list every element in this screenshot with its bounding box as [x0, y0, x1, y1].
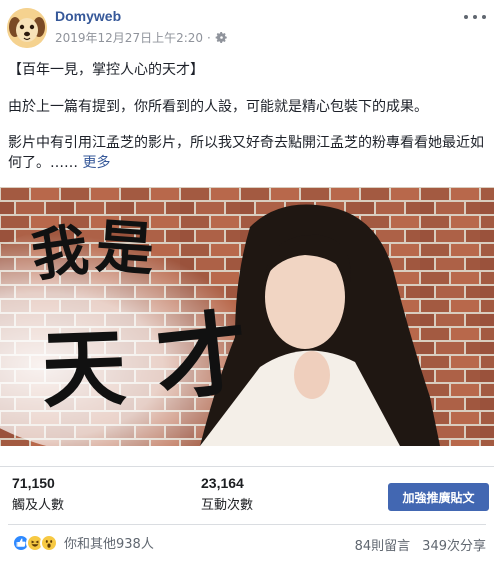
wow-icon	[40, 533, 58, 552]
comments-count-link[interactable]: 84則留言	[355, 535, 411, 554]
divider	[8, 524, 486, 525]
gear-icon[interactable]	[215, 31, 228, 44]
dog-logo-icon	[7, 8, 47, 48]
meta-separator: ·	[207, 30, 211, 45]
caption-char: 天	[40, 317, 128, 420]
see-more-link[interactable]: 更多	[82, 155, 110, 171]
engagement-value: 23,164	[201, 475, 244, 491]
post-meta: 2019年12月27日上午2:20 ·	[55, 29, 228, 46]
post-text: 【百年一見，掌控人心的天才】 由於上一篇有提到，你所看到的人設，可能就是精心包裝…	[8, 60, 488, 189]
post-paragraph-text: 影片中有引用江孟芝的影片，所以我又好奇去點開江孟芝的粉專看看她最近如何了。……	[8, 135, 484, 171]
post-header: Domyweb 2019年12月27日上午2:20 ·	[0, 0, 494, 56]
reaction-summary-text[interactable]: 你和其他938人	[64, 533, 154, 552]
reach-value: 71,150	[12, 475, 55, 491]
more-dot	[482, 15, 486, 19]
engagement-label: 互動次數	[201, 498, 254, 513]
shares-count-link[interactable]: 349次分享	[422, 535, 486, 554]
divider	[0, 466, 494, 467]
post-image[interactable]: 我 是 天 才	[0, 187, 494, 446]
more-dot	[473, 15, 477, 19]
post-paragraph: 由於上一篇有提到，你所看到的人設，可能就是精心包裝下的成果。	[8, 99, 428, 115]
boost-post-button[interactable]: 加強推廣貼文	[388, 483, 489, 511]
reaction-summary[interactable]: 你和其他938人	[12, 533, 154, 552]
more-dot	[464, 15, 468, 19]
caption-char: 是	[93, 212, 157, 284]
caption-char: 我	[27, 216, 93, 290]
reach-label: 觸及人數	[12, 498, 65, 513]
engagement-counts: 84則留言 349次分享	[355, 535, 486, 554]
reach-stat[interactable]: 71,150 觸及人數	[12, 475, 64, 513]
caption-char: 才	[150, 298, 254, 416]
page-name-link[interactable]: Domyweb	[55, 8, 121, 24]
more-options-icon[interactable]	[464, 10, 486, 24]
post-paragraph-last: 影片中有引用江孟芝的影片，所以我又好奇去點開江孟芝的粉專看看她最近如何了。…… …	[8, 133, 488, 173]
engagement-stat[interactable]: 23,164 互動次數	[201, 475, 253, 513]
facebook-post: Domyweb 2019年12月27日上午2:20 · 【百年一見，掌控人心的天…	[0, 0, 494, 567]
post-timestamp[interactable]: 2019年12月27日上午2:20	[55, 29, 203, 46]
page-avatar[interactable]	[7, 8, 47, 48]
post-paragraph: 【百年一見，掌控人心的天才】	[8, 62, 204, 78]
